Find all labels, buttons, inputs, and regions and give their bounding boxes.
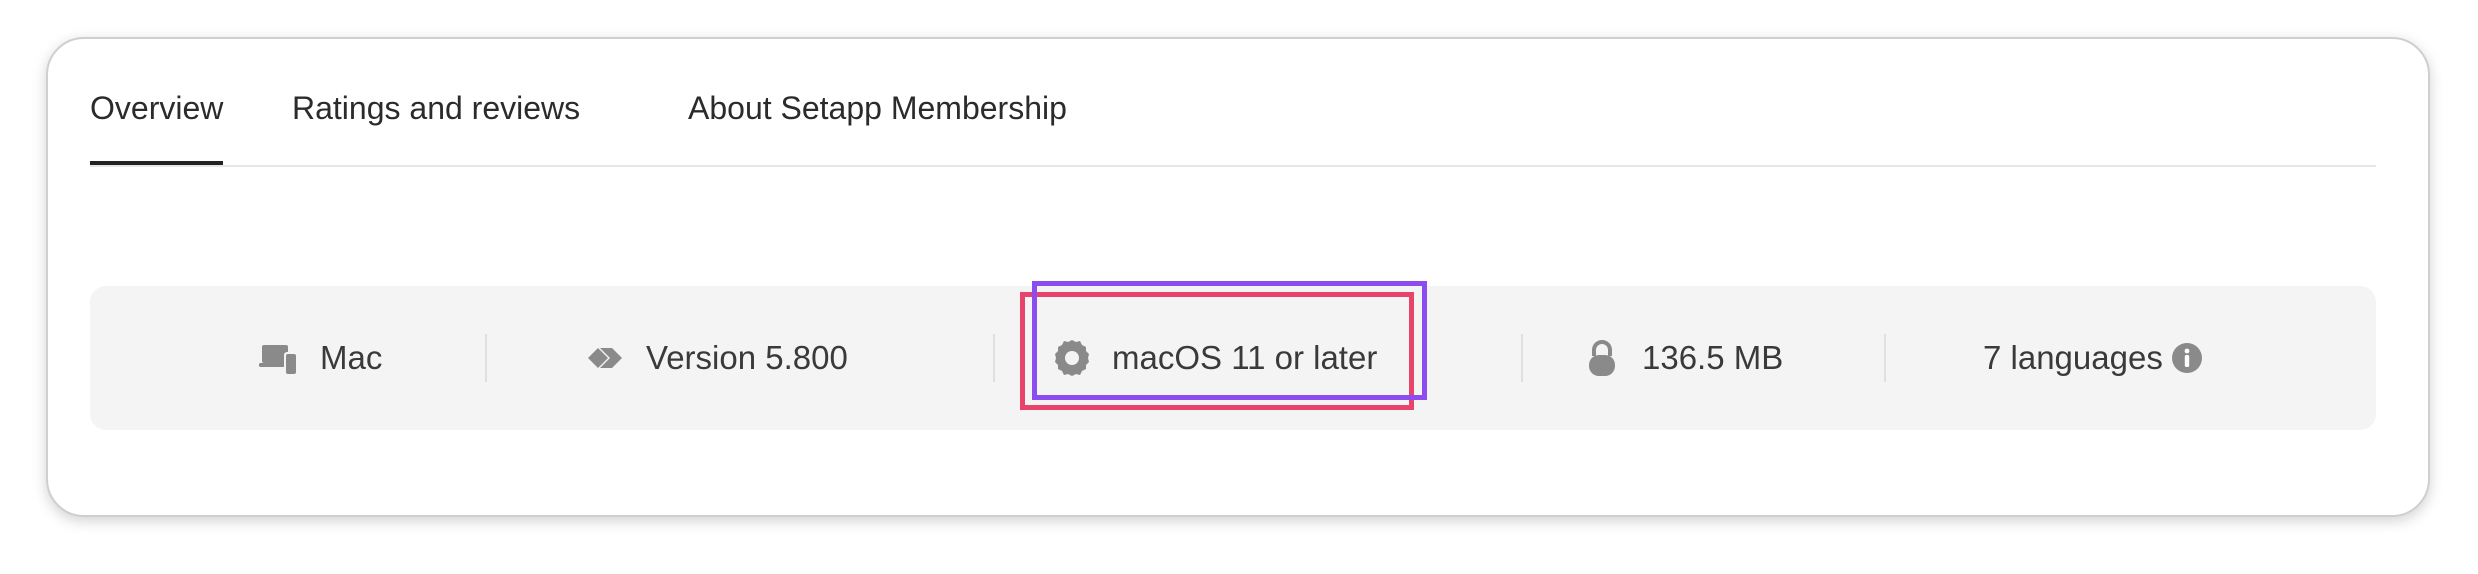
spec-size: 136.5 MB bbox=[1580, 286, 1783, 430]
spec-version-label: Version 5.800 bbox=[646, 339, 848, 376]
spec-languages: 7 languages bbox=[1983, 286, 2203, 430]
tab-bar: Overview Ratings and reviews About Setap… bbox=[90, 39, 2376, 167]
tab-about-setapp-membership[interactable]: About Setapp Membership bbox=[688, 90, 1067, 127]
spec-version: Version 5.800 bbox=[584, 286, 848, 430]
divider bbox=[485, 334, 487, 382]
divider bbox=[993, 334, 995, 382]
version-tag-icon bbox=[584, 336, 628, 380]
spec-platform: Mac bbox=[258, 286, 382, 430]
tab-ratings-and-reviews[interactable]: Ratings and reviews bbox=[292, 90, 580, 127]
divider bbox=[1884, 334, 1886, 382]
spec-languages-label: 7 languages bbox=[1983, 339, 2163, 376]
spec-size-label: 136.5 MB bbox=[1642, 339, 1784, 376]
app-info-card: Overview Ratings and reviews About Setap… bbox=[46, 37, 2430, 517]
lock-icon bbox=[1580, 336, 1624, 380]
tab-overview[interactable]: Overview bbox=[90, 90, 224, 165]
highlight-box-purple bbox=[1032, 281, 1427, 400]
divider bbox=[1521, 334, 1523, 382]
info-icon[interactable] bbox=[2171, 342, 2203, 374]
spec-platform-label: Mac bbox=[320, 339, 383, 376]
devices-icon bbox=[258, 336, 302, 380]
